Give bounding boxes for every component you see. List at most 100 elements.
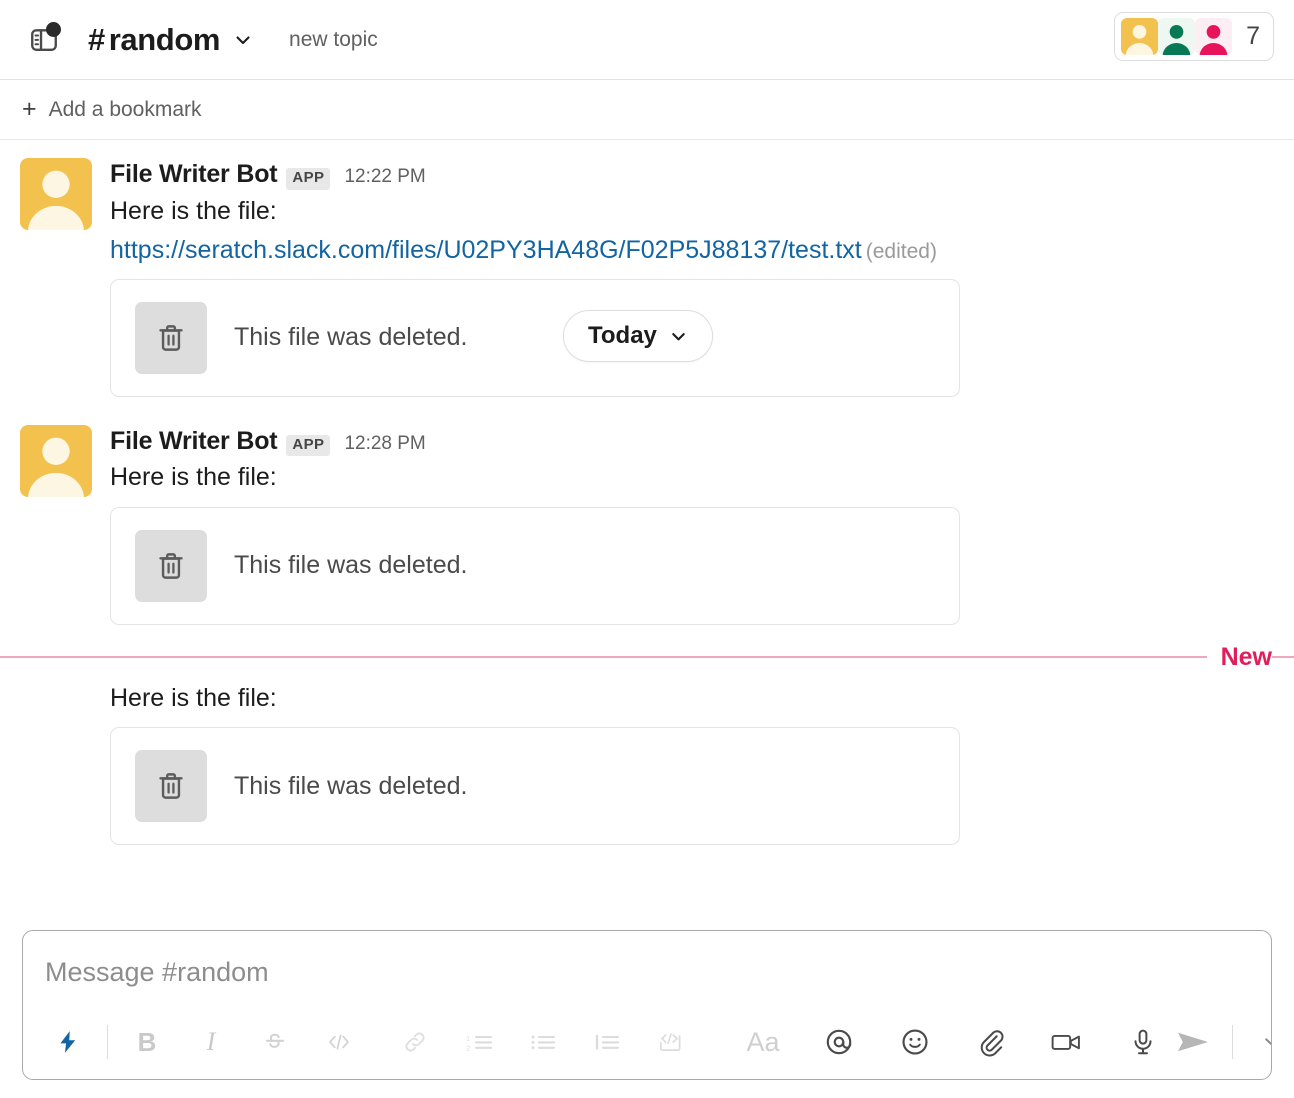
deleted-file-card[interactable]: This file was deleted. bbox=[110, 727, 960, 845]
person-icon bbox=[20, 158, 92, 230]
bold-button[interactable]: B bbox=[122, 1021, 172, 1063]
trash-icon-box bbox=[135, 529, 207, 602]
send-options-button[interactable] bbox=[1247, 1021, 1271, 1063]
audio-clip-button[interactable] bbox=[1118, 1021, 1168, 1063]
ordered-list-icon: 1 2 bbox=[466, 1034, 493, 1053]
message-author[interactable]: File Writer Bot bbox=[110, 160, 278, 189]
message-timestamp[interactable]: 12:22 PM bbox=[344, 166, 425, 188]
svg-text:1: 1 bbox=[466, 1034, 470, 1043]
emoji-icon bbox=[902, 1029, 928, 1055]
members-button[interactable]: 7 bbox=[1114, 12, 1274, 61]
code-block-icon bbox=[659, 1033, 681, 1051]
svg-text:2: 2 bbox=[466, 1044, 470, 1053]
person-icon bbox=[1158, 18, 1196, 55]
sidebar-toggle-button[interactable] bbox=[22, 18, 66, 62]
message-list: Today File Writer Bot APP 12:22 PM Here … bbox=[0, 140, 1294, 845]
toolbar-separator bbox=[107, 1025, 108, 1059]
attachment-button[interactable] bbox=[966, 1021, 1016, 1063]
file-url-link[interactable]: https://seratch.slack.com/files/U02PY3HA… bbox=[110, 236, 862, 264]
message-row: Here is the file: This file was deleted. bbox=[0, 671, 1294, 845]
bookmark-bar: + Add a bookmark bbox=[0, 80, 1294, 140]
strikethrough-button[interactable] bbox=[250, 1021, 300, 1063]
date-divider-label: Today bbox=[588, 322, 657, 349]
bold-icon: B bbox=[137, 1027, 157, 1057]
person-icon bbox=[20, 424, 92, 497]
channel-name-label: random bbox=[108, 22, 221, 57]
deleted-file-card[interactable]: This file was deleted. bbox=[110, 506, 960, 625]
chevron-down-icon bbox=[672, 332, 685, 340]
message-body: File Writer Bot APP 12:28 PM Here is the… bbox=[110, 425, 1274, 625]
message-row: File Writer Bot APP 12:28 PM Here is the… bbox=[0, 397, 1294, 625]
formatting-toggle-button[interactable]: Aa bbox=[738, 1021, 788, 1063]
bulleted-list-button[interactable] bbox=[518, 1021, 568, 1063]
add-bookmark-label: Add a bookmark bbox=[48, 97, 202, 121]
trash-icon bbox=[159, 324, 183, 351]
message-author[interactable]: File Writer Bot bbox=[110, 427, 278, 456]
blockquote-icon bbox=[595, 1034, 620, 1050]
edited-label: (edited) bbox=[865, 240, 937, 263]
code-icon bbox=[329, 1034, 349, 1050]
toolbar-separator bbox=[1232, 1025, 1233, 1059]
message-text: Here is the file: bbox=[110, 463, 277, 491]
new-messages-divider: New bbox=[0, 642, 1294, 671]
person-icon bbox=[1121, 18, 1159, 55]
new-messages-label: New bbox=[1206, 642, 1272, 671]
unread-notification-dot bbox=[46, 21, 61, 37]
channel-topic[interactable]: new topic bbox=[289, 28, 378, 52]
trash-icon-box bbox=[135, 301, 207, 374]
send-icon bbox=[1178, 1032, 1208, 1052]
deleted-file-label: This file was deleted. bbox=[234, 551, 468, 579]
message-link-line: https://seratch.slack.com/files/U02PY3HA… bbox=[110, 234, 1274, 267]
hash-icon: # bbox=[88, 22, 105, 57]
plus-icon: + bbox=[22, 95, 37, 123]
composer-toolbar: B I 1 2 Aa bbox=[23, 1011, 1271, 1079]
shortcuts-lightning-button[interactable] bbox=[43, 1021, 93, 1063]
deleted-file-card[interactable]: This file was deleted. bbox=[110, 278, 960, 397]
person-icon bbox=[1195, 18, 1233, 55]
message-text: Here is the file: bbox=[110, 683, 277, 712]
composer-box: Message #random B I 1 2 Aa bbox=[22, 930, 1272, 1080]
audio-clip-icon bbox=[1134, 1029, 1152, 1055]
avatar[interactable] bbox=[20, 424, 92, 497]
message-body: Here is the file: This file was deleted. bbox=[110, 675, 1274, 845]
ordered-list-button[interactable]: 1 2 bbox=[454, 1021, 504, 1063]
channel-name-button[interactable]: # random bbox=[88, 24, 253, 55]
send-button[interactable] bbox=[1168, 1021, 1218, 1063]
message-meta: File Writer Bot APP 12:22 PM bbox=[110, 160, 1274, 190]
emoji-button[interactable] bbox=[890, 1021, 940, 1063]
video-clip-button[interactable] bbox=[1042, 1021, 1092, 1063]
italic-button[interactable]: I bbox=[186, 1021, 236, 1063]
avatar bbox=[1158, 18, 1196, 55]
add-bookmark-button[interactable]: + Add a bookmark bbox=[22, 97, 202, 122]
divider-line bbox=[0, 655, 1294, 658]
strikethrough-icon bbox=[266, 1033, 284, 1048]
message-text: Here is the file: bbox=[110, 196, 277, 225]
channel-header: # random new topic 7 bbox=[0, 0, 1294, 80]
trash-icon bbox=[159, 552, 183, 579]
mention-icon bbox=[826, 1029, 852, 1055]
slack-channel-view: # random new topic 7 + Add a bookmark To… bbox=[0, 0, 1294, 1098]
message-timestamp[interactable]: 12:28 PM bbox=[344, 433, 425, 455]
inline-code-button[interactable] bbox=[314, 1021, 364, 1063]
trash-icon-box bbox=[135, 750, 207, 822]
deleted-file-label: This file was deleted. bbox=[234, 323, 468, 351]
date-divider-today-button[interactable]: Today bbox=[563, 310, 713, 362]
avatar[interactable] bbox=[20, 158, 92, 230]
avatar bbox=[1121, 18, 1159, 55]
member-count: 7 bbox=[1246, 22, 1260, 50]
link-icon bbox=[405, 1032, 425, 1052]
trash-icon bbox=[159, 773, 183, 799]
code-block-button[interactable] bbox=[646, 1021, 696, 1063]
bulleted-list-icon bbox=[531, 1035, 556, 1050]
message-input[interactable]: Message #random bbox=[23, 931, 1271, 1011]
blockquote-button[interactable] bbox=[582, 1021, 632, 1063]
attachment-icon bbox=[980, 1030, 1004, 1057]
message-composer: Message #random B I 1 2 Aa bbox=[22, 930, 1272, 1080]
member-avatars bbox=[1121, 18, 1233, 55]
message-meta: File Writer Bot APP 12:28 PM bbox=[110, 427, 1274, 456]
mention-button[interactable] bbox=[814, 1021, 864, 1063]
video-clip-icon bbox=[1051, 1034, 1080, 1050]
link-button[interactable] bbox=[390, 1021, 440, 1063]
send-options-chevron-icon bbox=[1265, 1038, 1271, 1046]
deleted-file-label: This file was deleted. bbox=[234, 771, 468, 800]
